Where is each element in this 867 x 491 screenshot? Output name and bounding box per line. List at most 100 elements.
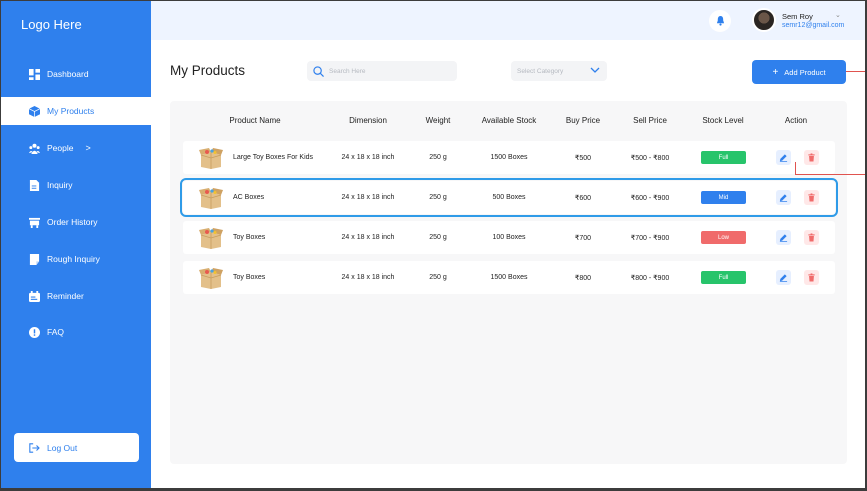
sidebar-item-my-products[interactable]: My Products [1, 97, 151, 125]
product-stock: 500 Boxes [492, 194, 526, 201]
product-dimension: 24 x 18 x 18 inch [341, 194, 395, 201]
stock-level-badge: Mid [701, 191, 746, 204]
table-row[interactable]: AC Boxes 24 x 18 x 18 inch 250 g 500 Boxes ₹… [180, 178, 838, 217]
edit-button[interactable] [776, 190, 791, 205]
sidebar-item-faq[interactable]: FAQ [1, 318, 151, 346]
annotation-connector [846, 71, 865, 72]
column-header-weight: Weight [425, 116, 451, 125]
column-header-dimension: Dimension [349, 116, 387, 125]
plus-icon: + [772, 66, 779, 78]
sidebar-item-label: My Products [47, 106, 95, 116]
product-box-image [199, 268, 223, 289]
product-sell-price: ₹500 - ₹800 [630, 155, 670, 162]
add-product-label: Add Product [784, 67, 826, 77]
sidebar-item-label: FAQ [47, 327, 65, 337]
product-sell-price: ₹600 - ₹900 [630, 195, 670, 202]
edit-icon [779, 234, 788, 242]
people-icon [29, 143, 40, 154]
product-dimension: 24 x 18 x 18 inch [341, 234, 395, 241]
chevron-down-icon [590, 67, 600, 73]
cart-icon [29, 217, 40, 228]
edit-button[interactable] [776, 230, 791, 245]
column-header-buy-price: Buy Price [565, 116, 601, 125]
column-header-available-stock: Available Stock [481, 116, 537, 125]
category-select[interactable]: Select Category [511, 61, 607, 81]
sidebar-item-label: Dashboard [47, 69, 89, 79]
trash-icon [808, 153, 815, 162]
page-title: My Products [170, 63, 246, 78]
product-weight: 250 g [429, 194, 447, 201]
table-row[interactable]: Large Toy Boxes For Kids 24 x 18 x 18 inc… [183, 141, 835, 174]
product-name: Large Toy Boxes For Kids [233, 154, 314, 161]
sidebar-item-label: Rough Inquiry [47, 254, 100, 264]
logout-button[interactable]: Log Out [14, 433, 139, 462]
edit-icon [779, 154, 788, 162]
product-buy-price: ₹800 [574, 275, 592, 282]
product-weight: 250 g [429, 274, 447, 281]
product-name: Toy Boxes [233, 234, 266, 241]
sidebar-item-label: Inquiry [47, 180, 73, 190]
product-box-image [199, 228, 223, 249]
dashboard-grid-icon [29, 68, 40, 80]
search-box[interactable] [307, 61, 457, 81]
info-icon [29, 326, 40, 338]
product-stock: 1500 Boxes [490, 154, 528, 161]
delete-button[interactable] [804, 190, 819, 205]
product-box-image [199, 188, 223, 209]
sidebar-item-order-history[interactable]: Order History [1, 208, 151, 236]
table-row[interactable]: Toy Boxes 24 x 18 x 18 inch 250 g 1500 Boxe… [183, 261, 835, 294]
search-input[interactable] [329, 67, 439, 75]
add-product-button[interactable]: + Add Product [752, 60, 846, 84]
product-sell-price: ₹800 - ₹900 [630, 275, 670, 282]
sidebar: Logo Here Dashboard My Products People > [1, 1, 151, 488]
edit-icon [779, 274, 788, 282]
avatar[interactable] [752, 8, 776, 32]
annotation-connector [795, 174, 865, 175]
delete-button[interactable] [804, 150, 819, 165]
logout-label: Log Out [47, 442, 78, 453]
product-buy-price: ₹600 [574, 195, 592, 202]
product-name: Toy Boxes [233, 274, 266, 281]
product-sell-price: ₹700 - ₹900 [630, 235, 670, 242]
sidebar-item-reminder[interactable]: Reminder [1, 282, 151, 310]
edit-button[interactable] [776, 150, 791, 165]
stock-level-badge: Low [701, 231, 746, 244]
logo: Logo Here [21, 17, 82, 32]
logout-icon [29, 442, 40, 453]
user-name: Sem Roy [782, 12, 813, 21]
cube-icon [29, 105, 40, 117]
notification-button[interactable] [709, 10, 731, 32]
product-stock: 100 Boxes [492, 234, 526, 241]
trash-icon [808, 193, 815, 202]
trash-icon [808, 273, 815, 282]
sidebar-item-inquiry[interactable]: Inquiry [1, 171, 151, 199]
inquiry-doc-icon [29, 179, 40, 191]
app-window: Logo Here Dashboard My Products People > [1, 1, 865, 488]
product-dimension: 24 x 18 x 18 inch [341, 154, 395, 161]
sidebar-item-label: Reminder [47, 291, 84, 301]
sidebar-item-people[interactable]: People > [1, 134, 151, 162]
note-icon [29, 253, 40, 265]
sidebar-item-dashboard[interactable]: Dashboard [1, 60, 151, 88]
product-weight: 250 g [429, 234, 447, 241]
product-stock: 1500 Boxes [490, 274, 528, 281]
trash-icon [808, 233, 815, 242]
user-email: semr12@gmail.com [782, 22, 845, 29]
chevron-right-icon: > [85, 143, 91, 153]
column-header-product-name: Product Name [229, 116, 281, 125]
category-select-value: Select Category [517, 67, 564, 75]
chevron-down-icon[interactable]: ⌄ [835, 11, 841, 19]
product-dimension: 24 x 18 x 18 inch [341, 274, 395, 281]
delete-button[interactable] [804, 270, 819, 285]
table-row[interactable]: Toy Boxes 24 x 18 x 18 inch 250 g 100 Boxes… [183, 221, 835, 254]
search-icon [313, 65, 324, 77]
product-box-image [199, 148, 223, 169]
product-buy-price: ₹500 [574, 155, 592, 162]
sidebar-item-label: People [47, 143, 74, 153]
stock-level-badge: Full [701, 271, 746, 284]
column-header-stock-level: Stock Level [702, 116, 744, 125]
edit-button[interactable] [776, 270, 791, 285]
delete-button[interactable] [804, 230, 819, 245]
edit-icon [779, 194, 788, 202]
sidebar-item-rough-inquiry[interactable]: Rough Inquiry [1, 245, 151, 273]
